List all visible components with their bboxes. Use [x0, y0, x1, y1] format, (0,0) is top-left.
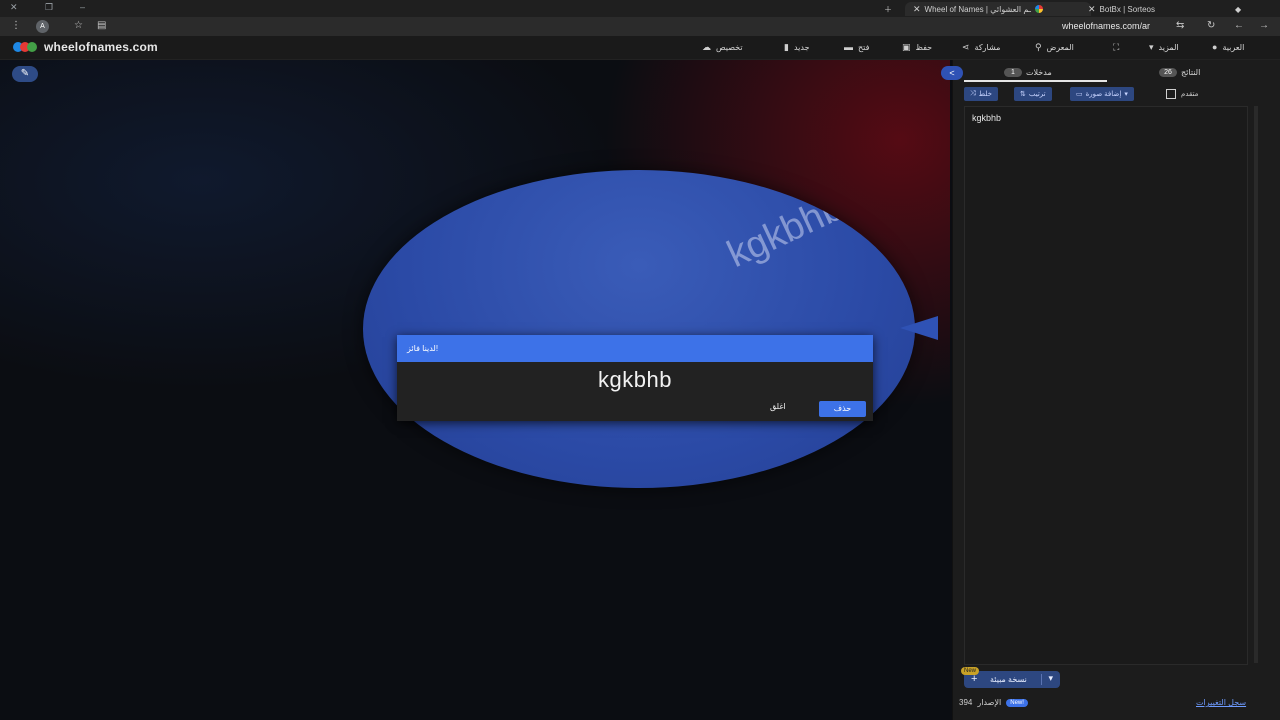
menu-share[interactable]: ⋖ مشاركة [962, 42, 1000, 53]
menu-label: تخصيص [716, 43, 743, 52]
bookmark-star-icon[interactable]: ☆ [74, 20, 83, 31]
menu-customize[interactable]: ☁ تخصيص [702, 42, 743, 53]
preset-label: نسخة مبيئة [990, 675, 1027, 684]
sort-label: ترتيب [1028, 91, 1046, 98]
tab-close-icon[interactable]: ✕ [913, 4, 921, 15]
menu-label: مشاركة [974, 43, 1001, 52]
tab-wheel-of-names[interactable]: ✕ Wheel of Names | ـم العشوائي [905, 2, 1091, 16]
chevron-left-icon: < [949, 68, 955, 78]
changelog-link[interactable]: سجل التغييرات [1196, 698, 1246, 707]
version-label: الإصدار [977, 698, 1002, 707]
tab-botbx[interactable]: ✕ BotBx | Sorteos [1088, 2, 1155, 16]
reload-icon[interactable]: ↻ [1207, 20, 1215, 31]
share-icon: ⋖ [962, 42, 970, 52]
advanced-label: متقدم [1181, 91, 1199, 98]
profile-avatar[interactable]: A [36, 20, 49, 33]
minimize-window-icon[interactable]: – [80, 2, 85, 12]
shuffle-label: خلط [978, 91, 992, 98]
active-tab-indicator [964, 80, 1107, 82]
wheel[interactable]: kgkbhb [363, 170, 915, 488]
winner-dialog: لدينا فائز! kgkbhb [397, 335, 873, 421]
site-name[interactable]: wheelofnames.com [44, 40, 158, 54]
chevron-down-icon: ▾ [1149, 42, 1154, 52]
winner-dialog-title: لدينا فائز! [397, 335, 873, 362]
menu-new[interactable]: ▮ جديد [784, 42, 810, 53]
address-bar: ⋮ A ☆ ▤ ⇆ wheelofnames.com/ar ↻ ← → [0, 17, 1280, 36]
palette-icon: ☁ [702, 42, 711, 52]
menu-more[interactable]: ▾ المزيد [1149, 42, 1179, 53]
menu-label: العربية [1222, 42, 1245, 52]
tab-title: Wheel of Names | ـم العشوائي [924, 4, 1031, 14]
menu-dots-icon[interactable]: ⋮ [11, 20, 21, 31]
wheel-favicon-icon [1035, 5, 1043, 13]
menu-gallery[interactable]: ⚲ المعرض [1035, 42, 1074, 53]
menu-label: المعرض [1046, 43, 1074, 52]
menu-label: فتح [858, 42, 870, 52]
pencil-icon: ✎ [20, 68, 30, 79]
tab-entries-label: مدخلات [1026, 68, 1052, 77]
tab-close-icon[interactable]: ✕ [1088, 4, 1096, 15]
wheel-pointer-icon [900, 316, 938, 340]
app-header: wheelofnames.com ☁ تخصيص ▮ جديد ▬ فتح ▣ … [0, 36, 1280, 60]
shuffle-icon: ⤨ [970, 90, 976, 97]
winner-name: kgkbhb [598, 367, 672, 392]
menu-language[interactable]: ● العربية [1212, 42, 1244, 52]
wheel-logo-icon[interactable] [12, 41, 38, 53]
remove-button[interactable]: حذف [819, 401, 866, 417]
entry-line: kgkbhb [972, 113, 1002, 123]
version-info: 394 الإصدار New! [959, 698, 1028, 707]
tab-results[interactable]: 26 النتائج [1159, 68, 1200, 77]
shuffle-button[interactable]: ⤨ خلط [964, 87, 998, 101]
preset-button[interactable]: + نسخة مبيئة ▾ [964, 671, 1060, 688]
advanced-toggle[interactable]: متقدم [1166, 89, 1198, 99]
restore-window-icon[interactable]: ❐ [45, 2, 53, 13]
preset-divider [1041, 674, 1042, 685]
collapse-panel-button[interactable]: < [941, 66, 963, 80]
add-image-button[interactable]: ▭ إضافة صورة ▾ [1070, 87, 1134, 101]
fullscreen-icon: ⛶ [1113, 42, 1120, 52]
menu-label: حفظ [915, 43, 933, 52]
sort-button[interactable]: ⇅ ترتيب [1014, 87, 1052, 101]
entries-scrollbar[interactable] [1254, 106, 1258, 663]
close-button[interactable]: اغلق [770, 402, 786, 411]
menu-label: جديد [793, 43, 810, 52]
entries-count-badge: 1 [1004, 68, 1022, 77]
entries-textarea[interactable]: kgkbhb [964, 106, 1248, 665]
results-count-badge: 26 [1159, 68, 1177, 77]
advanced-checkbox[interactable] [1166, 89, 1176, 99]
browser-tab-bar: ✕ ❐ – ＋ ✕ Wheel of Names | ـم العشوائي ✕… [0, 0, 1280, 17]
forward-icon[interactable]: ← [1234, 20, 1244, 31]
version-new-badge: New! [1006, 698, 1028, 707]
site-settings-icon[interactable]: ⇆ [1176, 20, 1184, 31]
tab-search-icon[interactable]: ◆ [1235, 2, 1241, 16]
search-icon: ⚲ [1035, 42, 1042, 52]
menu-open[interactable]: ▬ فتح [844, 42, 869, 52]
save-icon: ▣ [902, 42, 911, 52]
tab-results-label: النتائج [1181, 68, 1201, 77]
back-icon[interactable]: → [1259, 20, 1269, 31]
menu-label: المزيد [1158, 43, 1179, 52]
chevron-down-icon: ▾ [1124, 91, 1128, 98]
image-icon: ▭ [1076, 91, 1083, 98]
folder-icon: ▬ [844, 42, 853, 52]
new-tab-button[interactable]: ＋ [884, 2, 892, 16]
menu-save[interactable]: ▣ حفظ [902, 42, 932, 53]
version-number: 394 [959, 698, 973, 707]
file-icon: ▮ [784, 42, 789, 52]
new-badge: New [961, 667, 980, 675]
wheel-segment-label: kgkbhb [721, 186, 850, 277]
add-image-label: إضافة صورة [1085, 91, 1122, 98]
globe-icon: ● [1212, 42, 1218, 52]
sort-icon: ⇅ [1020, 91, 1026, 98]
url-field[interactable]: wheelofnames.com/ar [1062, 21, 1150, 31]
tab-entries[interactable]: 1 مدخلات [1004, 68, 1052, 77]
edit-pencil-button[interactable]: ✎ [12, 66, 38, 82]
menu-fullscreen[interactable]: ⛶ [1113, 42, 1119, 53]
translate-icon[interactable]: ▤ [97, 20, 106, 31]
tab-title: BotBx | Sorteos [1099, 4, 1155, 14]
chevron-down-icon[interactable]: ▾ [1048, 673, 1053, 684]
close-window-icon[interactable]: ✕ [10, 2, 18, 13]
